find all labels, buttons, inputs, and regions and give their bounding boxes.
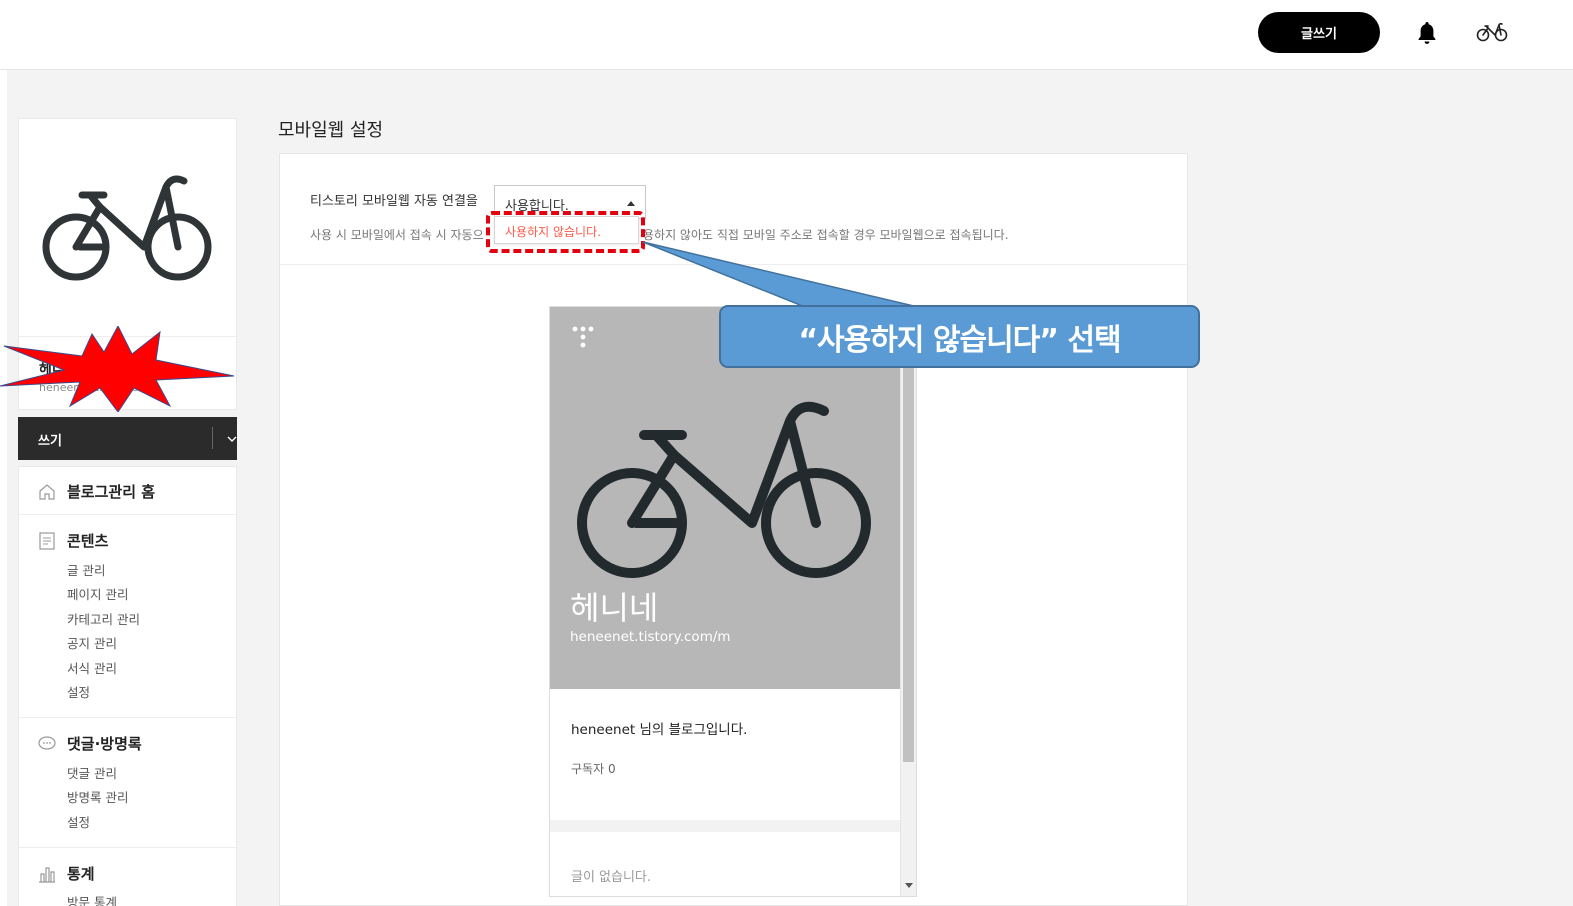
setting-description-cont: 용하지 않아도 직접 모바일 주소로 접속할 경우 모바일웹으로 접속됩니다. [643,228,1009,242]
sidebar-item-pages[interactable]: 페이지 관리 [67,584,128,603]
highlight-box [486,211,645,253]
mobile-preview: 헤니네 heneenet.tistory.com/m heneenet 님의 블… [549,306,917,897]
profile-image[interactable] [19,119,236,337]
sidebar-section-comments[interactable]: 댓글·방명록 [37,733,142,754]
sidebar-item-visit-stats[interactable]: 방문 통계 [67,892,117,906]
divider [19,514,236,515]
sidebar-write-button[interactable]: 쓰기 [18,417,237,460]
select-arrow-icon [627,201,635,206]
instruction-callout: “사용하지 않습니다” 선택 [719,305,1200,368]
sidebar-item-templates[interactable]: 서식 관리 [67,658,117,677]
divider [19,717,236,718]
sidebar-item-comments[interactable]: 댓글 관리 [67,763,117,782]
divider [19,847,236,848]
chevron-down-icon[interactable] [224,431,240,447]
sidebar-item-categories[interactable]: 카테고리 관리 [67,609,140,628]
page-edge [0,70,7,906]
document-icon [39,531,55,550]
sidebar-section-label: 통계 [67,865,95,883]
red-burst-redaction [0,326,235,412]
sidebar-section-content[interactable]: 콘텐츠 [37,530,108,551]
sidebar-home-label: 블로그관리 홈 [67,483,156,501]
subscribers-count: 0 [607,762,616,776]
sidebar-menu: 블로그관리 홈 콘텐츠 글 관리 페이지 관리 카테고리 관리 공지 관리 서식… [18,466,237,906]
setting-description: 사용 시 모바일에서 접속 시 자동으 [310,228,484,242]
divider [550,820,900,832]
divider [212,427,213,449]
divider [280,264,1187,265]
sidebar-item-home[interactable]: 블로그관리 홈 [37,481,155,502]
bicycle-icon [577,401,871,578]
bar-chart-icon [39,866,55,883]
bicycle-icon [42,175,211,280]
preview-blog-description: heneenet 님의 블로그입니다. [571,722,748,738]
preview-empty-message: 글이 없습니다. [571,870,652,885]
sidebar-section-label: 댓글·방명록 [67,735,142,753]
speech-bubble-icon [38,735,56,750]
sidebar-item-guestbook[interactable]: 방명록 관리 [67,787,128,806]
page-title: 모바일웹 설정 [278,120,384,141]
subscribers-label: 구독자 [571,762,605,776]
sidebar-item-notices[interactable]: 공지 관리 [67,633,117,652]
write-post-button[interactable]: 글쓰기 [1258,12,1380,53]
sidebar-section-label: 콘텐츠 [67,532,109,550]
top-bar: 글쓰기 [0,0,1573,70]
preview-subscribers: 구독자 0 [571,760,616,777]
sidebar-item-posts[interactable]: 글 관리 [67,560,105,579]
sidebar-item-content-settings[interactable]: 설정 [67,682,90,701]
bell-icon[interactable] [1415,20,1439,46]
bicycle-avatar-icon[interactable] [1476,20,1508,44]
scrollbar-thumb[interactable] [903,367,914,762]
preview-scrollbar[interactable] [900,307,916,896]
sidebar-write-label: 쓰기 [38,434,62,449]
tistory-logo-icon [572,326,594,348]
preview-blog-title: 헤니네 [570,589,659,627]
home-icon [39,483,55,500]
preview-blog-url: heneenet.tistory.com/m [570,629,731,645]
sidebar-item-comment-settings[interactable]: 설정 [67,812,90,831]
setting-label: 티스토리 모바일웹 자동 연결을 [310,194,478,209]
scroll-down-arrow-icon[interactable] [905,883,913,888]
sidebar-section-stats[interactable]: 통계 [37,863,95,884]
